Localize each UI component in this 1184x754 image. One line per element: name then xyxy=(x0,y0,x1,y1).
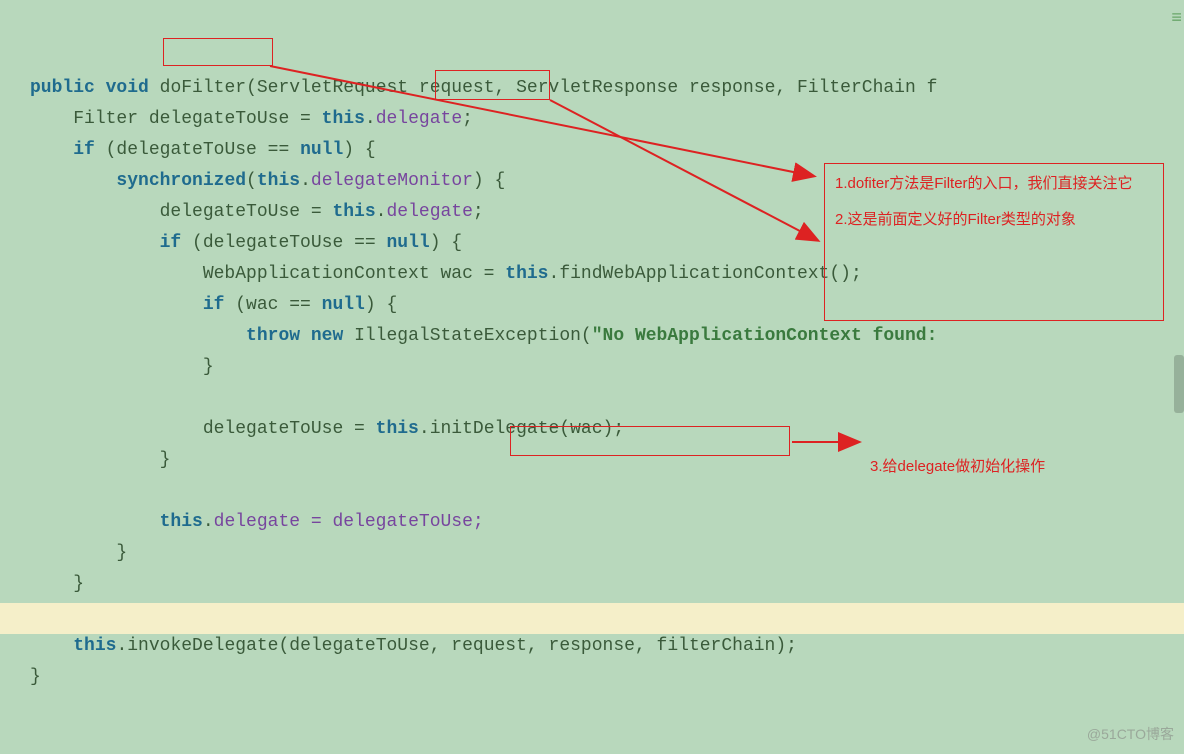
field-delegatemonitor: delegateMonitor xyxy=(311,171,473,191)
annotation-3: 3.给delegate做初始化操作 xyxy=(870,456,1045,477)
method-initdelegate: initDelegate(wac); xyxy=(430,419,624,439)
hamburger-icon[interactable]: ≡ xyxy=(1171,4,1180,35)
var-delegate: delegateToUse = xyxy=(138,109,322,129)
kw-this: this xyxy=(322,109,365,129)
method-dofilter: doFilter xyxy=(160,78,246,98)
sig-rest: (ServletRequest request, ServletResponse… xyxy=(246,78,937,98)
method-invoke: invokeDelegate(delegateToUse, request, r… xyxy=(127,636,797,656)
kw-void: void xyxy=(106,78,149,98)
code-block: public void doFilter(ServletRequest requ… xyxy=(0,0,1184,693)
type-filter: Filter xyxy=(73,109,138,129)
assign-back: delegate = delegateToUse; xyxy=(214,512,484,532)
watermark: @51CTO博客 xyxy=(1087,719,1174,750)
field-delegate: delegate xyxy=(376,109,462,129)
kw-throw: throw xyxy=(246,326,300,346)
string-literal: "No WebApplicationContext found: xyxy=(592,326,938,346)
annotation-2: 2.这是前面定义好的Filter类型的对象 xyxy=(835,208,1153,232)
scrollbar-thumb[interactable] xyxy=(1174,355,1184,413)
type-wac: WebApplicationContext wac = xyxy=(203,264,505,284)
kw-public: public xyxy=(30,78,95,98)
kw-synchronized: synchronized xyxy=(116,171,246,191)
annotation-box-1: 1.dofiter方法是Filter的入口，我们直接关注它 2.这是前面定义好的… xyxy=(824,163,1164,321)
kw-if: if xyxy=(73,140,95,160)
annotation-1: 1.dofiter方法是Filter的入口，我们直接关注它 xyxy=(835,172,1153,196)
method-findwac: findWebApplicationContext(); xyxy=(559,264,861,284)
kw-new: new xyxy=(311,326,343,346)
